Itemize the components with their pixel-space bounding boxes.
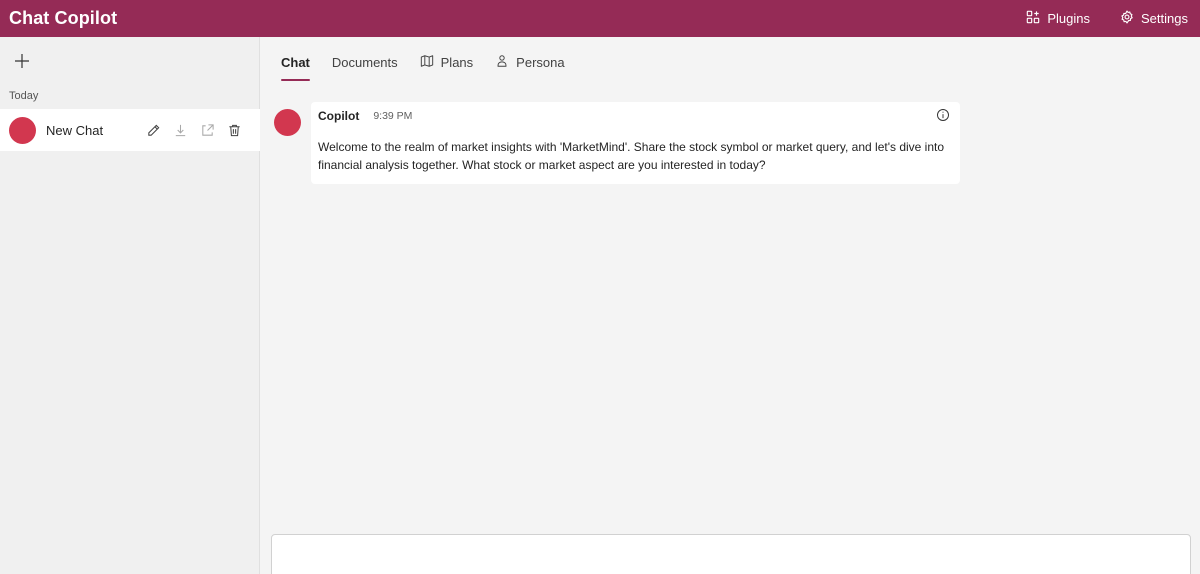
chat-actions xyxy=(144,121,243,139)
plus-icon xyxy=(15,53,29,73)
message-timestamp: 9:39 PM xyxy=(373,109,413,122)
tab-chat-label: Chat xyxy=(281,55,310,70)
tab-chat[interactable]: Chat xyxy=(281,37,310,88)
app-title: Chat Copilot xyxy=(9,8,118,28)
gear-icon xyxy=(1120,10,1134,27)
message-author: Copilot xyxy=(318,108,360,123)
map-icon xyxy=(420,54,434,71)
plugins-icon xyxy=(1026,10,1040,27)
info-icon[interactable] xyxy=(936,108,950,122)
tab-bar: Chat Documents Plans Persona xyxy=(261,37,1200,88)
person-icon xyxy=(495,54,509,71)
new-chat-button[interactable] xyxy=(12,53,32,73)
trash-icon[interactable] xyxy=(225,121,243,139)
message-bubble: Copilot 9:39 PM Welcome to the realm of … xyxy=(311,102,960,184)
settings-label: Settings xyxy=(1141,11,1188,26)
tab-plans[interactable]: Plans xyxy=(420,37,474,88)
tab-plans-label: Plans xyxy=(440,55,474,70)
chat-title: New Chat xyxy=(46,122,104,138)
topbar-actions: Plugins Settings xyxy=(1026,10,1188,27)
edit-icon[interactable] xyxy=(144,121,162,139)
message-text: Welcome to the realm of market insights … xyxy=(318,140,945,172)
sidebar: Today New Chat xyxy=(0,37,260,574)
section-label-today: Today xyxy=(9,90,39,102)
plugins-label: Plugins xyxy=(1047,11,1091,26)
tab-documents-label: Documents xyxy=(331,55,398,70)
top-bar: Chat Copilot Plugins Settings xyxy=(0,0,1200,37)
download-icon[interactable] xyxy=(171,121,189,139)
share-icon[interactable] xyxy=(198,121,216,139)
message-header: Copilot 9:39 PM xyxy=(318,108,952,123)
chat-list-item[interactable]: New Chat xyxy=(0,109,260,151)
avatar xyxy=(274,109,301,136)
avatar xyxy=(9,116,36,144)
tab-persona-label: Persona xyxy=(516,55,565,70)
settings-button[interactable]: Settings xyxy=(1120,10,1188,27)
plugins-button[interactable]: Plugins xyxy=(1026,10,1090,27)
tab-persona[interactable]: Persona xyxy=(495,37,565,88)
tab-documents[interactable]: Documents xyxy=(332,37,398,88)
chat-input[interactable] xyxy=(271,534,1191,574)
